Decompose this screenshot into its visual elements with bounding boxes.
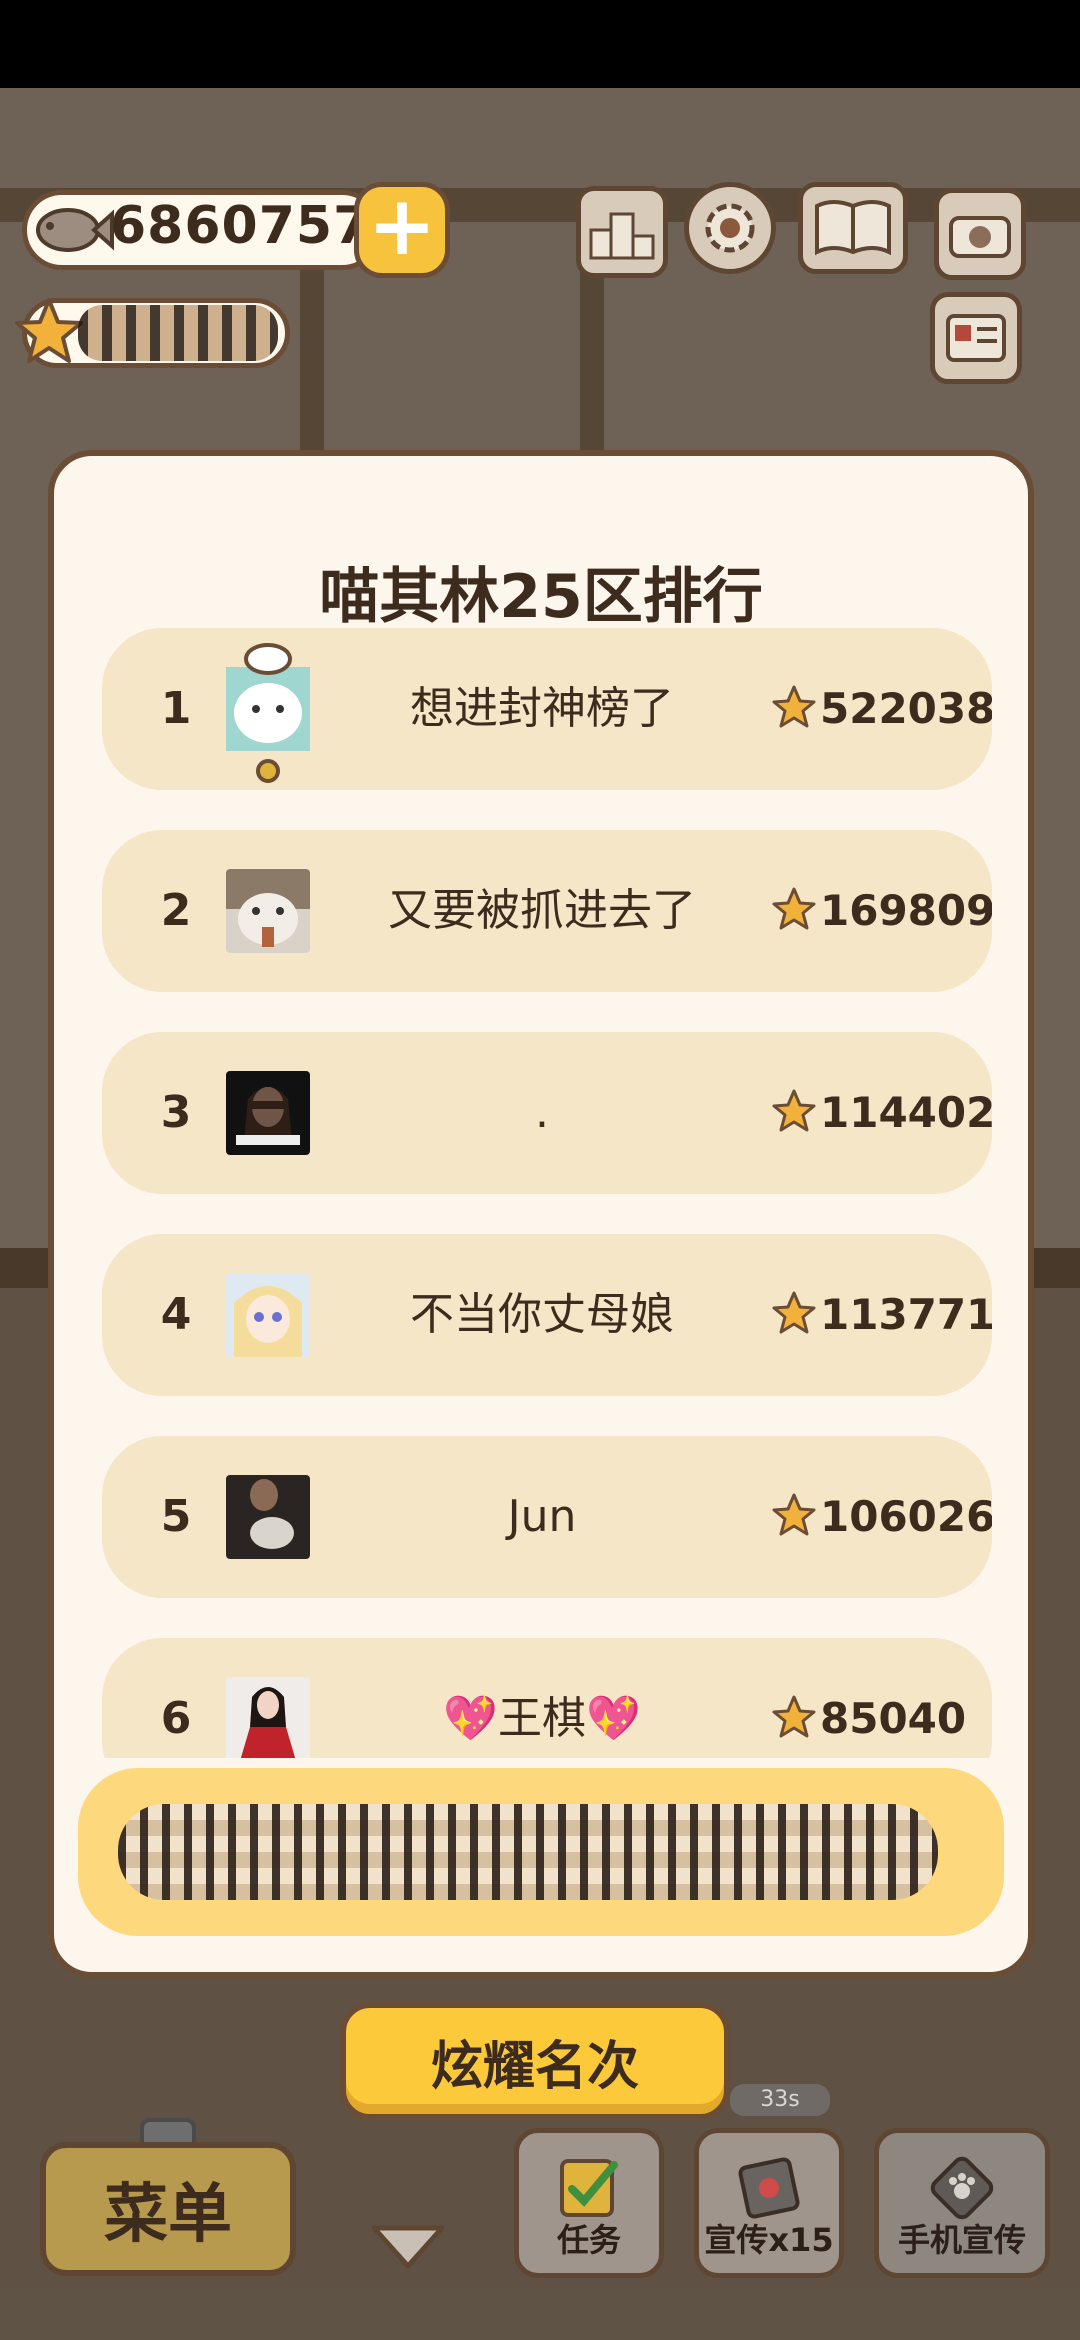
podium-icon <box>589 212 655 260</box>
leaderboard-icon[interactable] <box>576 186 668 278</box>
gear-icon <box>705 203 755 253</box>
player-score: 52203898 <box>820 684 992 733</box>
menu-button[interactable]: 菜单 <box>40 2142 296 2276</box>
player-name: Jun <box>507 1491 577 1542</box>
star-icon <box>772 1493 816 1536</box>
plus-icon: + <box>367 179 437 274</box>
ranking-row[interactable]: 5 Jun 106026 <box>102 1436 992 1598</box>
player-score: 114402 <box>820 1088 992 1137</box>
star-icon <box>15 298 83 363</box>
avatar-anime-girl <box>226 1273 310 1357</box>
rank-number: 4 <box>160 1289 192 1340</box>
avatar-white-cat-chef <box>226 643 310 783</box>
rank-number: 1 <box>160 683 192 734</box>
player-score: 106026 <box>820 1492 992 1541</box>
status-bar <box>0 0 1080 88</box>
ranking-row[interactable]: 2 又要被抓进去了 169809 <box>102 830 992 992</box>
avatar-person-with-cat <box>226 1475 310 1559</box>
player-score: 85040 <box>820 1694 967 1743</box>
ranking-row[interactable]: 4 不当你丈母娘 113771 <box>102 1234 992 1396</box>
checklist-icon <box>560 2159 618 2217</box>
id-card-icon <box>946 314 1006 362</box>
promote-button[interactable]: 宣传x15 <box>694 2128 844 2278</box>
ranking-list[interactable]: 1 想进封神榜了 52203898 2 又要被抓 <box>102 628 992 1758</box>
censored-player-name <box>78 305 278 361</box>
star-icon <box>772 685 816 728</box>
avatar-woman-red-dress <box>226 1677 310 1758</box>
censored-my-rank <box>118 1804 938 1900</box>
avatar-girl-sunglasses <box>226 1071 310 1155</box>
task-button[interactable]: 任务 <box>514 2128 664 2278</box>
leaderboard-modal: 喵其林25区排行 1 想进封神榜了 52203898 2 <box>48 450 1034 1978</box>
flyer-icon <box>738 2157 800 2219</box>
player-name: 又要被抓进去了 <box>388 885 696 936</box>
star-icon <box>772 887 816 930</box>
paw-phone-icon <box>930 2156 994 2220</box>
my-rank-bar <box>78 1768 1004 1936</box>
rank-number: 2 <box>160 885 192 936</box>
ranking-row[interactable]: 6 💖王棋💖 85040 <box>102 1638 992 1758</box>
fish-icon <box>36 208 114 252</box>
chevron-down-icon[interactable] <box>368 2222 448 2272</box>
player-name: 想进封神榜了 <box>410 683 674 734</box>
recipe-book-icon[interactable] <box>798 182 908 274</box>
camera-icon[interactable] <box>934 188 1026 280</box>
rank-number: 5 <box>160 1491 192 1542</box>
settings-gear-icon[interactable] <box>684 182 776 274</box>
player-name: . <box>535 1087 549 1138</box>
promo-timer: 33s <box>730 2084 830 2116</box>
star-icon <box>772 1291 816 1334</box>
rank-number: 6 <box>160 1693 192 1744</box>
star-icon <box>772 1695 816 1738</box>
player-name: 💖王棋💖 <box>443 1693 641 1744</box>
avatar-tabby-cat <box>226 869 310 953</box>
rank-number: 3 <box>160 1087 192 1138</box>
show-off-rank-button[interactable]: 炫耀名次 <box>340 2002 730 2120</box>
ranking-row[interactable]: 3 . 114402 <box>102 1032 992 1194</box>
player-score: 169809 <box>820 886 992 935</box>
fish-count: 6860757 <box>110 196 371 256</box>
camera-glyph-icon <box>949 216 1011 258</box>
player-name: 不当你丈母娘 <box>410 1289 674 1340</box>
phone-promote-button[interactable]: 手机宣传 <box>874 2128 1050 2278</box>
star-icon <box>772 1089 816 1132</box>
profile-card-icon[interactable] <box>930 292 1022 384</box>
modal-title: 喵其林25区排行 <box>319 562 763 632</box>
player-score: 113771 <box>820 1290 992 1339</box>
book-icon <box>815 200 891 256</box>
add-fish-button[interactable]: + <box>354 182 450 278</box>
ranking-row[interactable]: 1 想进封神榜了 52203898 <box>102 628 992 790</box>
